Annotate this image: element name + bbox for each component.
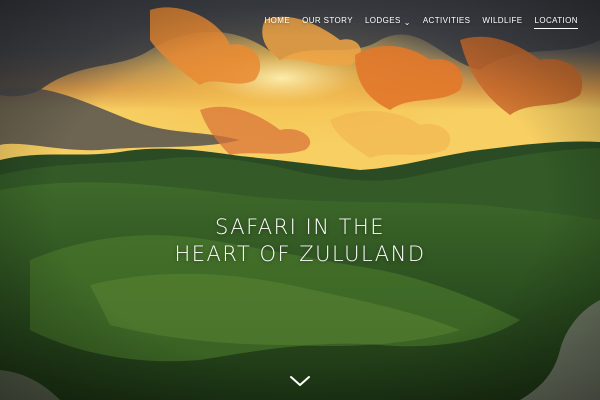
nav-activities[interactable]: ACTIVITIES bbox=[423, 16, 471, 25]
hero-section: HOME OUR STORY LODGES ⌄ ACTIVITIES WILDLI… bbox=[0, 0, 600, 400]
nav-location-label: LOCATION bbox=[534, 16, 578, 25]
hero-headline: SAFARI IN THE HEART OF ZULULAND bbox=[0, 214, 600, 268]
nav-location[interactable]: LOCATION bbox=[534, 16, 578, 29]
nav-lodges[interactable]: LODGES ⌄ bbox=[364, 16, 411, 27]
main-navigation: HOME OUR STORY LODGES ⌄ ACTIVITIES WILDLI… bbox=[264, 16, 578, 29]
scroll-down-chevron-icon[interactable] bbox=[289, 374, 311, 388]
nav-home[interactable]: HOME bbox=[264, 16, 290, 25]
nav-our-story-label: OUR STORY bbox=[302, 16, 353, 25]
chevron-down-icon: ⌄ bbox=[403, 18, 411, 27]
hero-headline-line-1: SAFARI IN THE bbox=[214, 215, 386, 240]
nav-our-story[interactable]: OUR STORY bbox=[302, 16, 353, 25]
nav-activities-label: ACTIVITIES bbox=[422, 16, 471, 25]
nav-wildlife-label: WILDLIFE bbox=[482, 16, 523, 25]
hero-background-image bbox=[0, 0, 600, 400]
nav-home-label: HOME bbox=[264, 16, 291, 25]
nav-wildlife[interactable]: WILDLIFE bbox=[482, 16, 522, 25]
nav-lodges-label: LODGES bbox=[364, 16, 401, 25]
hero-headline-line-2: HEART OF ZULULAND bbox=[174, 242, 426, 267]
